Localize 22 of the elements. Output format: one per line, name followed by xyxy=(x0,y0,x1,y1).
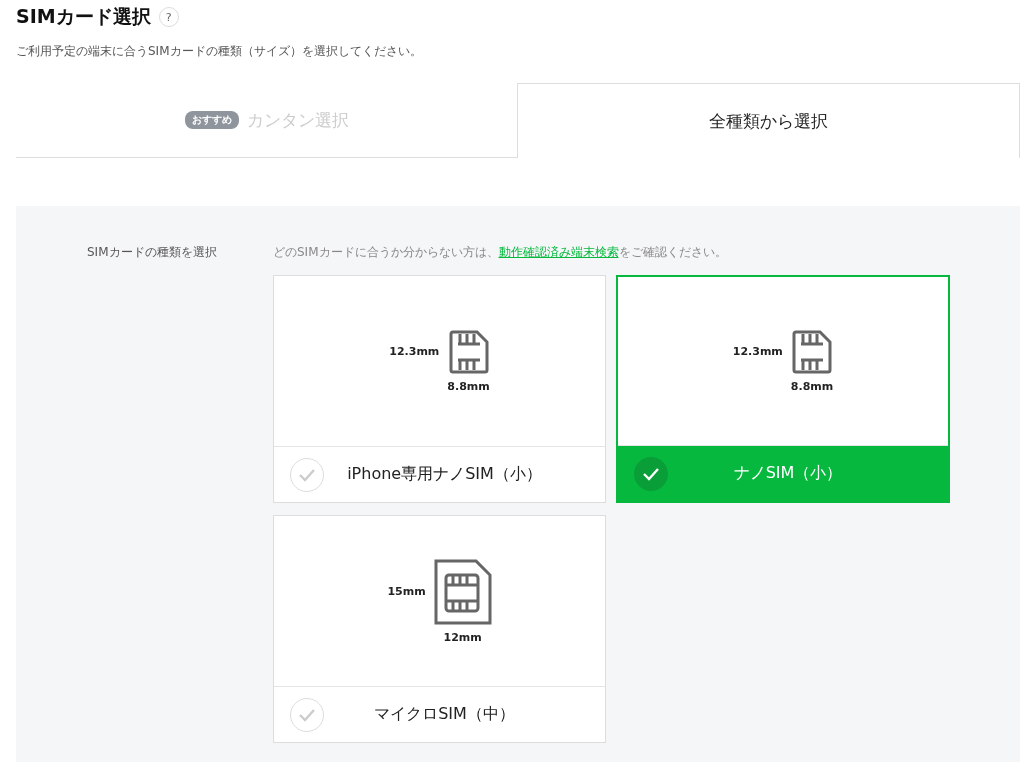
sim-option-card[interactable]: 12.3mm 8.8mm ナノSIM（小） xyxy=(616,275,950,503)
field-label: SIMカードの種類を選択 xyxy=(87,244,218,261)
height-dimension: 12.3mm xyxy=(732,345,783,358)
sim-type-label: iPhone専用ナノSIM（小） xyxy=(346,464,543,485)
page-description: ご利用予定の端末に合うSIMカードの種類（サイズ）を選択してください。 xyxy=(16,43,423,60)
sim-option-card[interactable]: 12.3mm 8.8mm iPhone専用ナノSIM（小） xyxy=(273,275,606,503)
hint-text: どのSIMカードに合うか分からない方は、動作確認済み端末検索をご確認ください。 xyxy=(273,244,728,261)
sim-card-icon xyxy=(433,558,492,625)
sim-card-icon xyxy=(448,329,489,374)
width-dimension: 8.8mm xyxy=(790,379,834,393)
sim-type-label: マイクロSIM（中） xyxy=(373,704,516,725)
recommended-badge: おすすめ xyxy=(184,111,239,129)
tab-label: 全種類から選択 xyxy=(709,109,828,133)
height-dimension: 15mm xyxy=(387,585,426,598)
sim-option-card[interactable]: 15mm 12mm マイクロSIM（中） xyxy=(273,515,606,743)
height-dimension: 12.3mm xyxy=(389,345,440,358)
page-title: SIMカード選択 xyxy=(16,4,151,29)
sim-type-label: ナノSIM（小） xyxy=(732,463,844,484)
width-dimension: 12mm xyxy=(443,630,482,644)
sim-card-icon xyxy=(792,329,833,374)
tab[interactable]: 全種類から選択 xyxy=(517,83,1020,158)
width-dimension: 8.8mm xyxy=(447,379,490,393)
